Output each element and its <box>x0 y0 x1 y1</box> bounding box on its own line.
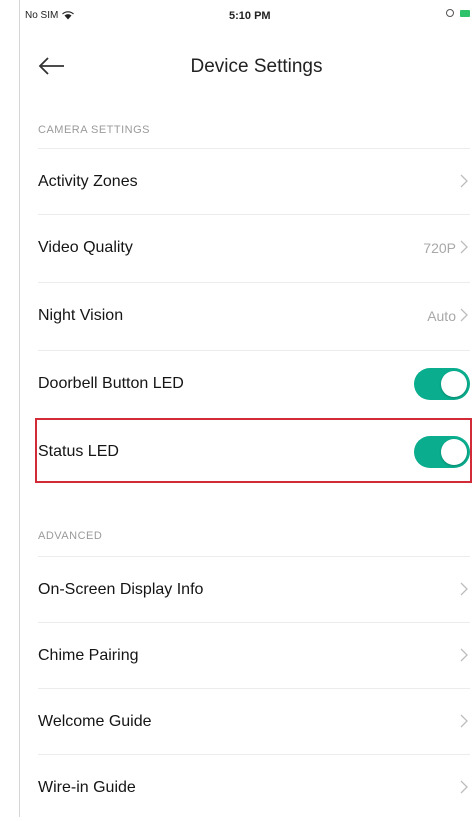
section-heading-camera-settings: CAMERA SETTINGS <box>38 124 151 136</box>
row-label: Activity Zones <box>38 173 138 190</box>
chevron-right-icon <box>460 648 468 662</box>
row-label: Wire-in Guide <box>38 779 136 796</box>
row-label: Welcome Guide <box>38 713 152 730</box>
chevron-right-icon <box>460 582 468 596</box>
row-value: Auto <box>427 308 456 324</box>
row-label: Video Quality <box>38 239 133 256</box>
page-title: Device Settings <box>190 56 323 77</box>
row-value: 720P <box>423 240 456 256</box>
row-video-quality[interactable]: Video Quality 720P <box>38 214 470 280</box>
clock: 5:10 PM <box>229 10 271 22</box>
highlight-box <box>35 418 472 483</box>
row-chime-pairing[interactable]: Chime Pairing <box>38 622 470 688</box>
chevron-right-icon <box>460 308 468 322</box>
row-night-vision[interactable]: Night Vision Auto <box>38 282 470 348</box>
wifi-icon <box>62 11 75 20</box>
row-label: Night Vision <box>38 307 124 324</box>
chevron-right-icon <box>460 240 468 254</box>
row-on-screen-display-info[interactable]: On-Screen Display Info <box>38 556 470 622</box>
location-icon <box>446 9 454 17</box>
status-bar: No SIM 5:10 PM <box>19 0 476 36</box>
chevron-right-icon <box>460 780 468 794</box>
carrier-label: No SIM <box>25 10 59 21</box>
doorbell-led-toggle[interactable] <box>414 368 470 400</box>
carrier-status: No SIM <box>25 10 75 21</box>
row-wire-in-guide[interactable]: Wire-in Guide <box>38 754 470 820</box>
chevron-right-icon <box>460 174 468 188</box>
status-icons <box>446 9 470 17</box>
section-heading-advanced: ADVANCED <box>38 530 103 542</box>
nav-bar: Device Settings <box>19 44 476 90</box>
row-doorbell-button-led: Doorbell Button LED <box>38 350 470 416</box>
battery-icon <box>460 9 470 17</box>
screen-edge <box>19 0 20 817</box>
row-label: Chime Pairing <box>38 647 139 664</box>
toggle-knob <box>441 371 467 397</box>
row-activity-zones[interactable]: Activity Zones <box>38 148 470 214</box>
row-label: On-Screen Display Info <box>38 581 204 598</box>
row-welcome-guide[interactable]: Welcome Guide <box>38 688 470 754</box>
row-label: Doorbell Button LED <box>38 375 184 392</box>
chevron-right-icon <box>460 714 468 728</box>
